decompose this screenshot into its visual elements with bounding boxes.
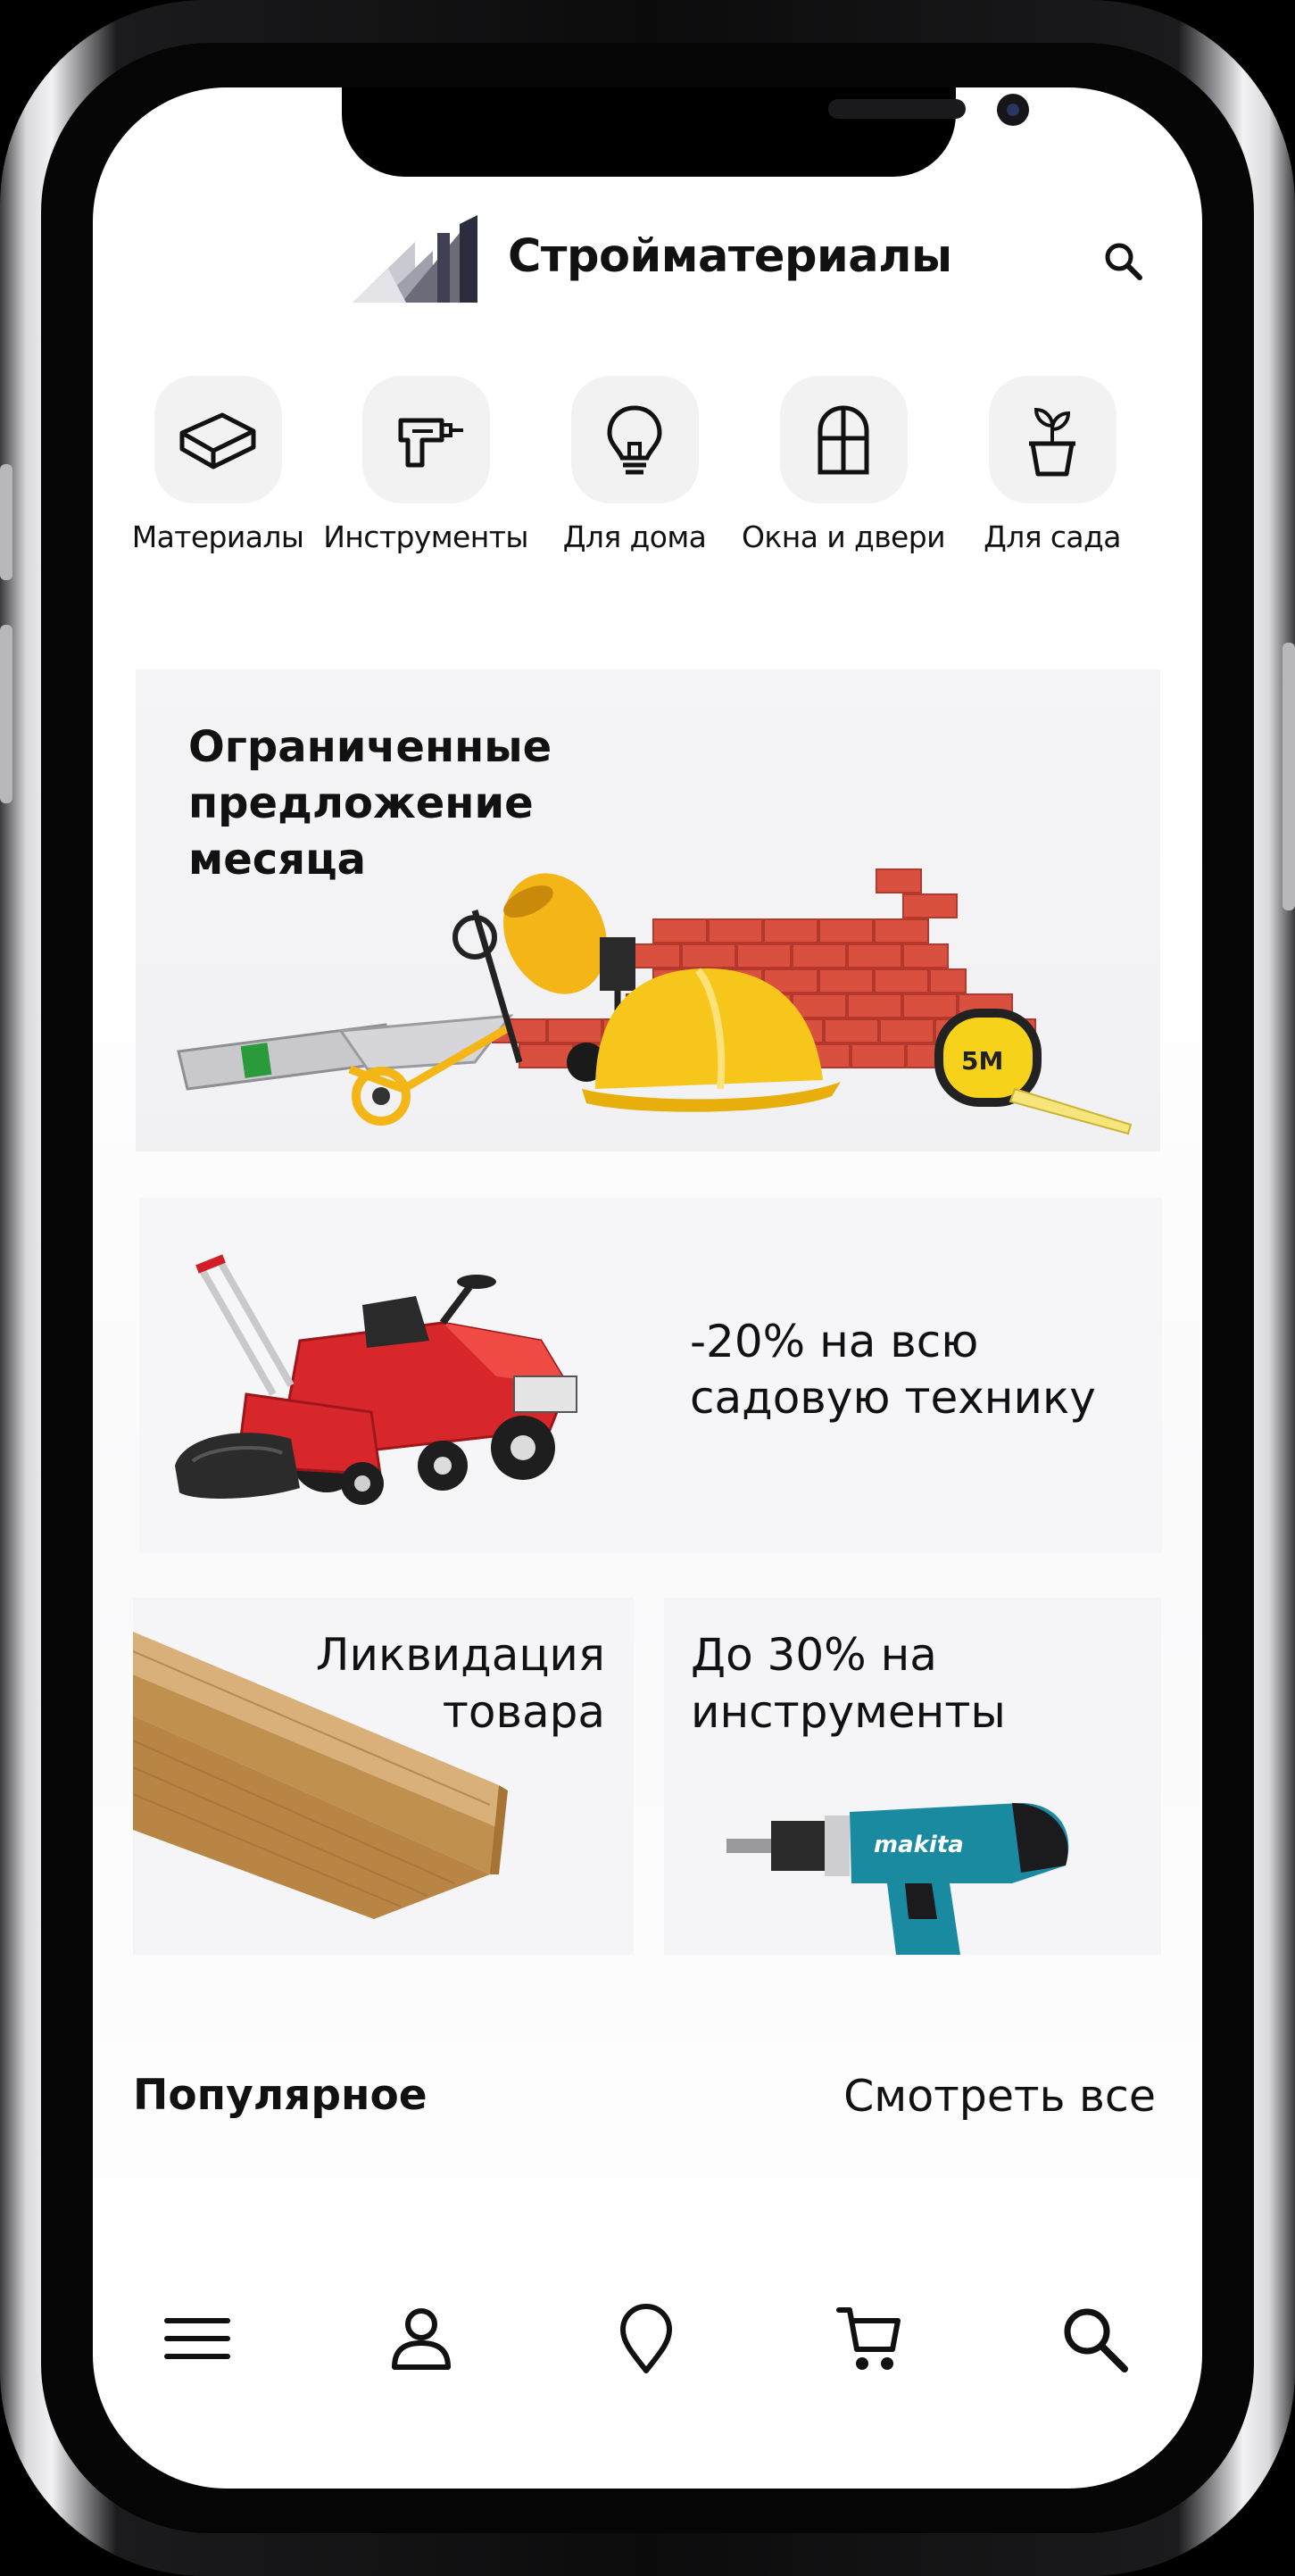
category-label: Для сада [984,519,1121,554]
category-materials[interactable]: Материалы [115,376,320,554]
notch [342,87,1029,177]
search-icon[interactable] [1101,239,1144,282]
camera-icon [997,94,1029,126]
phone-side-button [0,464,12,580]
user-icon[interactable] [384,2301,459,2376]
category-label: Материалы [131,519,304,554]
lightbulb-icon [607,404,662,474]
menu-icon[interactable] [160,2301,235,2376]
category-garden[interactable]: Для сада [950,376,1155,554]
building-logo [353,215,477,303]
popular-title: Популярное [133,2071,428,2120]
phone-power-button [1283,643,1295,910]
wooden-board-illustration [133,1632,508,1919]
svg-text:5M: 5M [961,1046,1003,1076]
category-label: Для дома [562,519,707,554]
tools-sale-text: До 30% на инструменты [691,1629,1006,1738]
speaker-grille [828,99,966,119]
lawn-mower-illustration [175,1254,577,1505]
window-icon [818,404,869,474]
category-label: Окна и двери [742,519,946,554]
search-icon[interactable] [1057,2301,1132,2376]
app-header: Стройматериалы [93,204,1202,311]
app-title: Стройматериалы [508,230,952,283]
category-label: Инструменты [323,519,528,554]
plant-pot-icon [1029,407,1075,476]
location-pin-icon[interactable] [609,2301,684,2376]
offer-banner[interactable]: Ограниченные предложение месяца 5M [136,669,1160,1151]
garden-sale-text: -20% на всю садовую технику [690,1316,1096,1424]
brick-icon [179,412,256,469]
phone-volume-up [0,625,12,803]
cart-icon[interactable] [832,2301,907,2376]
clearance-banner[interactable]: Ликвидация товара [133,1598,634,1955]
tools-sale-banner[interactable]: До 30% на инструменты makita [664,1598,1161,1955]
garden-sale-banner[interactable]: -20% на всю садовую технику [139,1198,1162,1553]
cordless-drill-illustration: makita [726,1803,1069,1955]
category-windows-doors[interactable]: Окна и двери [741,376,946,554]
construction-illustration: 5M [177,868,1133,1135]
category-tools[interactable]: Инструменты [323,376,528,554]
drill-brand-label: makita [874,1832,964,1858]
app-screen: Стройматериалы Материалы Инструменты Для… [93,87,1202,2489]
see-all-link[interactable]: Смотреть все [843,2071,1156,2122]
category-home[interactable]: Для дома [532,376,737,554]
drill-icon [398,418,463,467]
